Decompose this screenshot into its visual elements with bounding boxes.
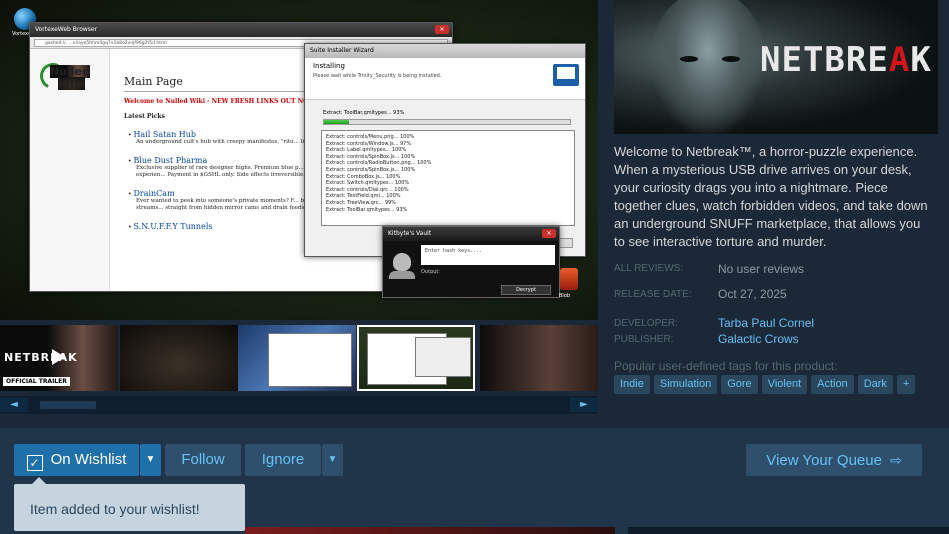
- release-date-label: RELEASE DATE:: [614, 289, 692, 300]
- tags-label: Popular user-defined tags for this produ…: [614, 359, 838, 373]
- tag-indie[interactable]: Indie: [614, 375, 650, 394]
- tag-violent[interactable]: Violent: [761, 375, 808, 394]
- blob-app-label: Blob: [559, 293, 571, 299]
- tag-simulation[interactable]: Simulation: [653, 375, 718, 394]
- installer-header: Installing Please wait while Trinity_Sec…: [305, 58, 585, 100]
- install-log-line: Extract: Switch.qmltypes... 100%: [326, 180, 410, 187]
- developer-label: DEVELOPER:: [614, 318, 678, 329]
- capsule-title-part: K: [910, 40, 932, 80]
- install-log-line: Extract: controls/Window.js... 97%: [326, 140, 412, 147]
- view-queue-label: View Your Queue: [766, 452, 882, 469]
- capsule-title: NETBREAK: [760, 40, 932, 80]
- browser-titlebar: VortexeWeb Browser ✕: [30, 23, 452, 37]
- add-tag-button[interactable]: +: [896, 375, 916, 394]
- browser-title: VortexeWeb Browser: [35, 26, 98, 33]
- checkbox-checked-icon: ✓: [26, 455, 43, 471]
- install-log-line: Extract: ToolBar.qmltypes... 93%: [326, 206, 408, 213]
- install-log-line: Extract: TextField.qml... 100%: [326, 193, 401, 200]
- media-viewer[interactable]: VortexeWeb VortexeWeb Browser ✕ gashell:…: [0, 0, 598, 320]
- thumbnail-trailer[interactable]: NETBREAK OFFICIAL TRAILER: [0, 325, 118, 391]
- installer-titlebar: Suite Installer Wizard: [305, 44, 585, 58]
- installer-window: Suite Installer Wizard Installing Please…: [304, 43, 586, 257]
- tag-gore[interactable]: Gore: [721, 375, 758, 394]
- capsule-face: [648, 0, 768, 134]
- install-log: Extract: controls/Menu.png... 100% Extrac…: [321, 130, 575, 226]
- install-progress-bar: [323, 119, 571, 125]
- wishlist-tooltip: Item added to your wishlist!: [14, 477, 245, 531]
- install-log-line: Extract: TreeView.qrc... 99%: [326, 199, 396, 206]
- vault-titlebar: Kitbyte's Vault ✕: [383, 227, 559, 241]
- capsule-title-accent: A: [888, 40, 911, 80]
- trailer-badge: OFFICIAL TRAILER: [3, 377, 70, 386]
- capsule-eye: [722, 56, 740, 62]
- wiki-logo: Nulled Wiki: [36, 59, 102, 93]
- installer-heading: Installing: [313, 62, 345, 70]
- play-icon: [52, 349, 65, 365]
- wiki-page-title: Main Page: [124, 75, 334, 92]
- follow-button[interactable]: Follow: [165, 444, 241, 476]
- install-log-line: Extract: controls/Menu.png... 100%: [326, 134, 415, 140]
- blob-app-icon: [560, 268, 578, 290]
- install-log-line: Extract: controls/Dial.qrc... 100%: [326, 186, 409, 193]
- install-log-line: Extract: Label.qmltypes... 100%: [326, 147, 407, 154]
- media-thumbnail-strip: NETBREAK OFFICIAL TRAILER: [0, 322, 598, 392]
- thumbnail-scrollbar[interactable]: ◄ ►: [0, 396, 598, 414]
- view-queue-button[interactable]: View Your Queue ⇨: [746, 444, 922, 476]
- close-icon: ✕: [542, 229, 556, 238]
- vault-window: Kitbyte's Vault ✕ Enter hash keys.... Ou…: [382, 226, 560, 298]
- install-log-line: Extract: controls/SpinBox.js... 100%: [326, 153, 416, 160]
- install-log-line: Extract: controls/SpinBox.js... 100%: [326, 166, 416, 173]
- publisher-label: PUBLISHER:: [614, 334, 674, 345]
- wishlist-button[interactable]: ✓ On Wishlist: [14, 444, 139, 476]
- installer-status: Extract: ToolBar.qmltypes... 93%: [323, 110, 405, 116]
- release-date-value: Oct 27, 2025: [718, 287, 787, 301]
- developer-link[interactable]: Tarba Paul Cornel: [718, 316, 814, 330]
- ignore-dropdown-button[interactable]: ▼: [322, 444, 343, 476]
- scroll-right-icon[interactable]: ►: [570, 398, 598, 412]
- close-icon: ✕: [435, 25, 449, 34]
- thumbnail-screenshot-selected[interactable]: [357, 325, 475, 391]
- thumbnail-screenshot[interactable]: [238, 325, 356, 391]
- install-log-line: Extract: ComboBox.js... 100%: [326, 173, 401, 180]
- vault-title: Kitbyte's Vault: [388, 230, 432, 237]
- capsule-eye: [680, 56, 698, 62]
- install-progress-fill: [324, 120, 349, 124]
- game-capsule-image: NETBREAK: [614, 0, 938, 134]
- wishlist-label: On Wishlist: [50, 451, 127, 468]
- wiki-logo-line2: Wiki: [58, 77, 85, 90]
- bottom-panel: [628, 527, 949, 534]
- reviews-value: No user reviews: [718, 262, 805, 276]
- wiki-sidebar: Nulled Wiki: [30, 49, 110, 291]
- vault-output-label: Output:: [421, 269, 441, 275]
- decrypt-button: Decrypt: [501, 285, 551, 295]
- reviews-label: ALL REVIEWS:: [614, 263, 684, 274]
- monitor-icon: [553, 64, 579, 86]
- wishlist-dropdown-button[interactable]: ▼: [140, 444, 161, 476]
- tag-action[interactable]: Action: [811, 375, 854, 394]
- bottom-banner: [245, 527, 615, 534]
- publisher-link[interactable]: Galactic Crows: [718, 332, 799, 346]
- thumbnail-screenshot[interactable]: [480, 325, 598, 391]
- installer-title: Suite Installer Wizard: [310, 47, 374, 54]
- scroll-left-icon[interactable]: ◄: [0, 398, 28, 412]
- capsule-title-part: NETBRE: [760, 40, 889, 80]
- thumbnail-screenshot[interactable]: [120, 325, 238, 391]
- install-log-line: Extract: controls/RadioButton.png... 100…: [326, 160, 432, 167]
- arrow-right-icon: ⇨: [889, 452, 902, 468]
- tag-list: Indie Simulation Gore Violent Action Dar…: [614, 375, 916, 394]
- scrollbar-thumb[interactable]: [40, 401, 96, 409]
- tag-dark[interactable]: Dark: [857, 375, 893, 394]
- installer-subheading: Please wait while Trinity_Security is be…: [313, 73, 442, 79]
- ignore-button[interactable]: Ignore: [245, 444, 321, 476]
- hacker-avatar-icon: [388, 253, 416, 279]
- game-description: Welcome to Netbreak™, a horror-puzzle ex…: [614, 144, 928, 249]
- hash-key-input: Enter hash keys....: [421, 245, 555, 265]
- trailer-logo: NETBREAK: [4, 351, 78, 364]
